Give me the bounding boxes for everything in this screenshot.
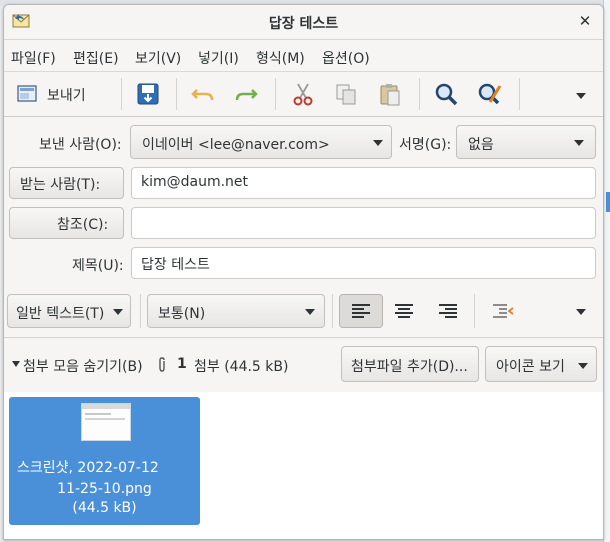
menu-options[interactable]: 옵션(O)	[322, 48, 370, 68]
paste-icon[interactable]	[376, 80, 404, 108]
cc-button[interactable]: 참조(C):	[9, 207, 124, 239]
copy-icon[interactable]	[332, 80, 360, 108]
attachment-count: 1	[177, 356, 187, 372]
menu-view[interactable]: 보기(V)	[135, 48, 181, 68]
format-overflow-icon[interactable]	[576, 309, 586, 315]
title-bar[interactable]: 답장 테스트 ✕	[4, 5, 603, 40]
to-field[interactable]: kim@daum.net	[131, 167, 596, 199]
menu-file[interactable]: 파일(F)	[11, 48, 56, 68]
compose-window: 답장 테스트 ✕ 파일(F) 편집(E) 보기(V) 넣기(I) 형식(M) 옵…	[3, 4, 604, 540]
attachment-item[interactable]: 스크린샷, 2022-07-12 11-25-10.png (44.5 kB)	[9, 397, 200, 525]
menu-format[interactable]: 형식(M)	[256, 48, 305, 68]
attachment-count-label: 첨부 (44.5 kB)	[194, 359, 289, 375]
redo-icon[interactable]	[232, 80, 260, 108]
align-left-button[interactable]	[339, 294, 383, 328]
send-button[interactable]: 보내기	[12, 78, 102, 110]
paragraph-style-combo[interactable]: 보통(N)	[147, 294, 325, 328]
cc-field[interactable]	[131, 207, 596, 239]
collapse-arrow-icon	[12, 361, 20, 367]
signature-combo[interactable]: 없음	[456, 125, 596, 159]
background-selection-mark	[606, 192, 610, 212]
background-window-edge	[603, 0, 610, 542]
find-icon[interactable]	[432, 80, 460, 108]
align-left-icon	[352, 304, 370, 318]
menu-edit[interactable]: 편집(E)	[73, 48, 119, 68]
image-thumbnail	[81, 403, 131, 441]
from-combo[interactable]: 이네이버 <lee@naver.com>	[130, 125, 392, 159]
overflow-icon[interactable]	[576, 93, 586, 99]
add-attachment-button[interactable]: 첨부파일 추가(D)...	[341, 346, 479, 382]
send-icon	[17, 85, 37, 102]
indent-icon[interactable]	[492, 303, 514, 319]
close-icon[interactable]: ✕	[575, 11, 595, 31]
text-mode-combo[interactable]: 일반 텍스트(T)	[7, 294, 131, 328]
align-right-icon[interactable]	[438, 303, 458, 319]
paperclip-icon	[159, 357, 165, 372]
save-draft-icon[interactable]	[134, 80, 162, 108]
undo-icon[interactable]	[189, 80, 217, 108]
icon-view-combo[interactable]: 아이콘 보기	[485, 346, 597, 382]
window-title: 답장 테스트	[268, 16, 339, 32]
menu-insert[interactable]: 넣기(I)	[198, 48, 239, 68]
toolbar: 보내기	[4, 72, 603, 117]
send-label: 보내기	[47, 88, 86, 104]
find-replace-icon[interactable]	[476, 80, 504, 108]
subject-field[interactable]: 답장 테스트	[131, 247, 596, 279]
from-label: 보낸 사람(O):	[39, 137, 122, 153]
attachment-toggle[interactable]: 첨부 모음 숨기기(B)	[12, 353, 152, 375]
align-center-icon[interactable]	[394, 303, 414, 319]
attachment-icon-view: 스크린샷, 2022-07-12 11-25-10.png (44.5 kB)	[4, 392, 603, 539]
menu-bar: 파일(F) 편집(E) 보기(V) 넣기(I) 형식(M) 옵션(O)	[4, 41, 603, 72]
to-button[interactable]: 받는 사람(T):	[9, 167, 124, 199]
subject-label: 제목(U):	[72, 258, 124, 274]
cut-icon[interactable]	[289, 80, 317, 108]
signature-label: 서명(G):	[399, 137, 452, 153]
